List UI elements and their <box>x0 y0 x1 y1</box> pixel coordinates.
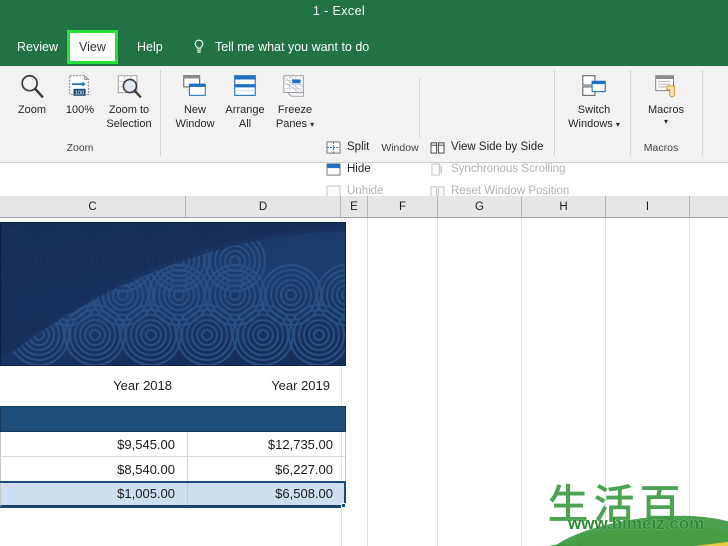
zoom-100-button-label: 100% <box>65 104 95 116</box>
zoom-selection-icon <box>115 69 143 103</box>
macros-icon <box>652 69 680 103</box>
arrange-all-label-2: All <box>238 117 252 130</box>
chevron-down-icon: ▾ <box>663 116 668 126</box>
table-cell[interactable]: $6,227.00 <box>187 457 345 481</box>
chevron-down-icon: ▾ <box>615 119 620 129</box>
grid-line-vertical <box>521 218 522 546</box>
tell-me-search[interactable]: Tell me what you want to do <box>192 33 369 61</box>
sync-scroll-icon <box>429 162 445 177</box>
new-window-button[interactable]: New Window <box>167 69 223 130</box>
column-header-i[interactable]: I <box>606 196 690 217</box>
selection-fill-handle[interactable] <box>341 503 346 508</box>
tab-view[interactable]: View <box>70 33 115 61</box>
tell-me-label: Tell me what you want to do <box>215 40 370 54</box>
grid-line-vertical <box>367 218 368 546</box>
chevron-down-icon: ▾ <box>310 119 315 129</box>
zoom-to-selection-button[interactable]: Zoom to Selection <box>96 69 162 130</box>
switch-windows-label-1: Switch <box>577 104 611 116</box>
table-cell[interactable]: $1,005.00 <box>1 482 187 505</box>
hide-icon <box>325 162 341 177</box>
zoom-100-icon: 100 <box>66 69 94 103</box>
column-header-f[interactable]: F <box>368 196 438 217</box>
ribbon-tab-strip: Review View Help Tell me what you want t… <box>0 28 728 66</box>
freeze-panes-label-1: Freeze <box>277 104 313 116</box>
table-cell[interactable]: $12,735.00 <box>187 432 345 456</box>
arrange-all-label-1: Arrange <box>225 104 265 116</box>
zoom-button-label: Zoom <box>17 104 47 116</box>
svg-text:100: 100 <box>75 90 84 96</box>
freeze-panes-label-2: Panes ▾ <box>275 117 315 130</box>
synchronous-scrolling-label: Synchronous Scrolling <box>451 163 566 175</box>
table-header-band <box>0 406 346 432</box>
group-separator <box>419 78 420 138</box>
switch-windows-button[interactable]: Switch Windows ▾ <box>562 69 626 130</box>
zoom-button[interactable]: Zoom <box>8 69 56 117</box>
ribbon-commands: Zoom 100 100% Zoom to Selection New Wind… <box>0 66 728 198</box>
grid-line-vertical <box>605 218 606 546</box>
tab-review[interactable]: Review <box>8 33 67 61</box>
tab-help[interactable]: Help <box>128 33 172 61</box>
arrange-all-icon <box>231 69 259 103</box>
zoom-to-selection-label-2: Selection <box>106 117 152 130</box>
freeze-panes-button[interactable]: Freeze Panes ▾ <box>266 69 324 130</box>
new-window-label-1: New <box>183 104 206 116</box>
ribbon: Zoom 100 100% Zoom to Selection New Wind… <box>0 66 728 198</box>
hide-button[interactable]: Hide <box>325 159 371 179</box>
table-cell[interactable]: $8,540.00 <box>1 457 187 481</box>
macros-button[interactable]: Macros ▾ <box>637 69 695 126</box>
magnifier-icon <box>18 69 46 103</box>
worksheet-grid[interactable]: Year 2018 Year 2019 $9,545.00 $12,735.00… <box>0 218 728 546</box>
new-window-label-2: Window <box>175 117 215 130</box>
synchronous-scrolling-button[interactable]: Synchronous Scrolling <box>429 159 565 179</box>
arrange-all-button[interactable]: Arrange All <box>219 69 271 130</box>
column-header-h[interactable]: H <box>522 196 606 217</box>
group-label-macros: Macros <box>643 142 679 154</box>
hide-label: Hide <box>347 163 371 175</box>
switch-windows-icon <box>580 69 608 103</box>
zoom-to-selection-label-1: Zoom to <box>108 104 150 116</box>
year-2018-header: Year 2018 <box>113 377 172 393</box>
banner-wave-pattern <box>1 223 345 365</box>
title-bar: 1 - Excel <box>0 0 728 28</box>
column-header-e[interactable]: E <box>341 196 368 217</box>
macros-label: Macros <box>647 104 685 116</box>
lightbulb-icon <box>192 39 206 55</box>
column-header-d[interactable]: D <box>186 196 341 217</box>
grid-line-vertical <box>689 218 690 546</box>
table-cell[interactable]: $6,508.00 <box>187 482 345 505</box>
window-title: 1 - Excel <box>312 4 366 18</box>
column-header-c[interactable]: C <box>0 196 186 217</box>
switch-windows-label-2: Windows ▾ <box>568 117 620 130</box>
table-row[interactable]: $9,545.00 $12,735.00 <box>0 432 346 457</box>
grid-line-vertical <box>437 218 438 546</box>
year-2019-header: Year 2019 <box>271 377 330 393</box>
column-header-j[interactable] <box>690 196 728 217</box>
column-header-row: C D E F G H I <box>0 196 728 218</box>
ribbon-group-labels: Zoom Window Macros <box>0 140 728 162</box>
new-window-icon <box>181 69 209 103</box>
excel-window: 1 - Excel Review View Help Tell me what … <box>0 0 728 546</box>
decorative-wave-banner[interactable] <box>0 222 346 366</box>
table-cell[interactable]: $9,545.00 <box>1 432 187 456</box>
table-row[interactable]: $1,005.00 $6,508.00 <box>0 482 346 507</box>
column-header-g[interactable]: G <box>438 196 522 217</box>
group-label-window: Window <box>381 142 419 154</box>
table-year-header-row: Year 2018 Year 2019 <box>0 371 346 399</box>
group-label-zoom: Zoom <box>66 142 94 154</box>
freeze-panes-icon <box>281 69 309 103</box>
table-row[interactable]: $8,540.00 $6,227.00 <box>0 457 346 482</box>
